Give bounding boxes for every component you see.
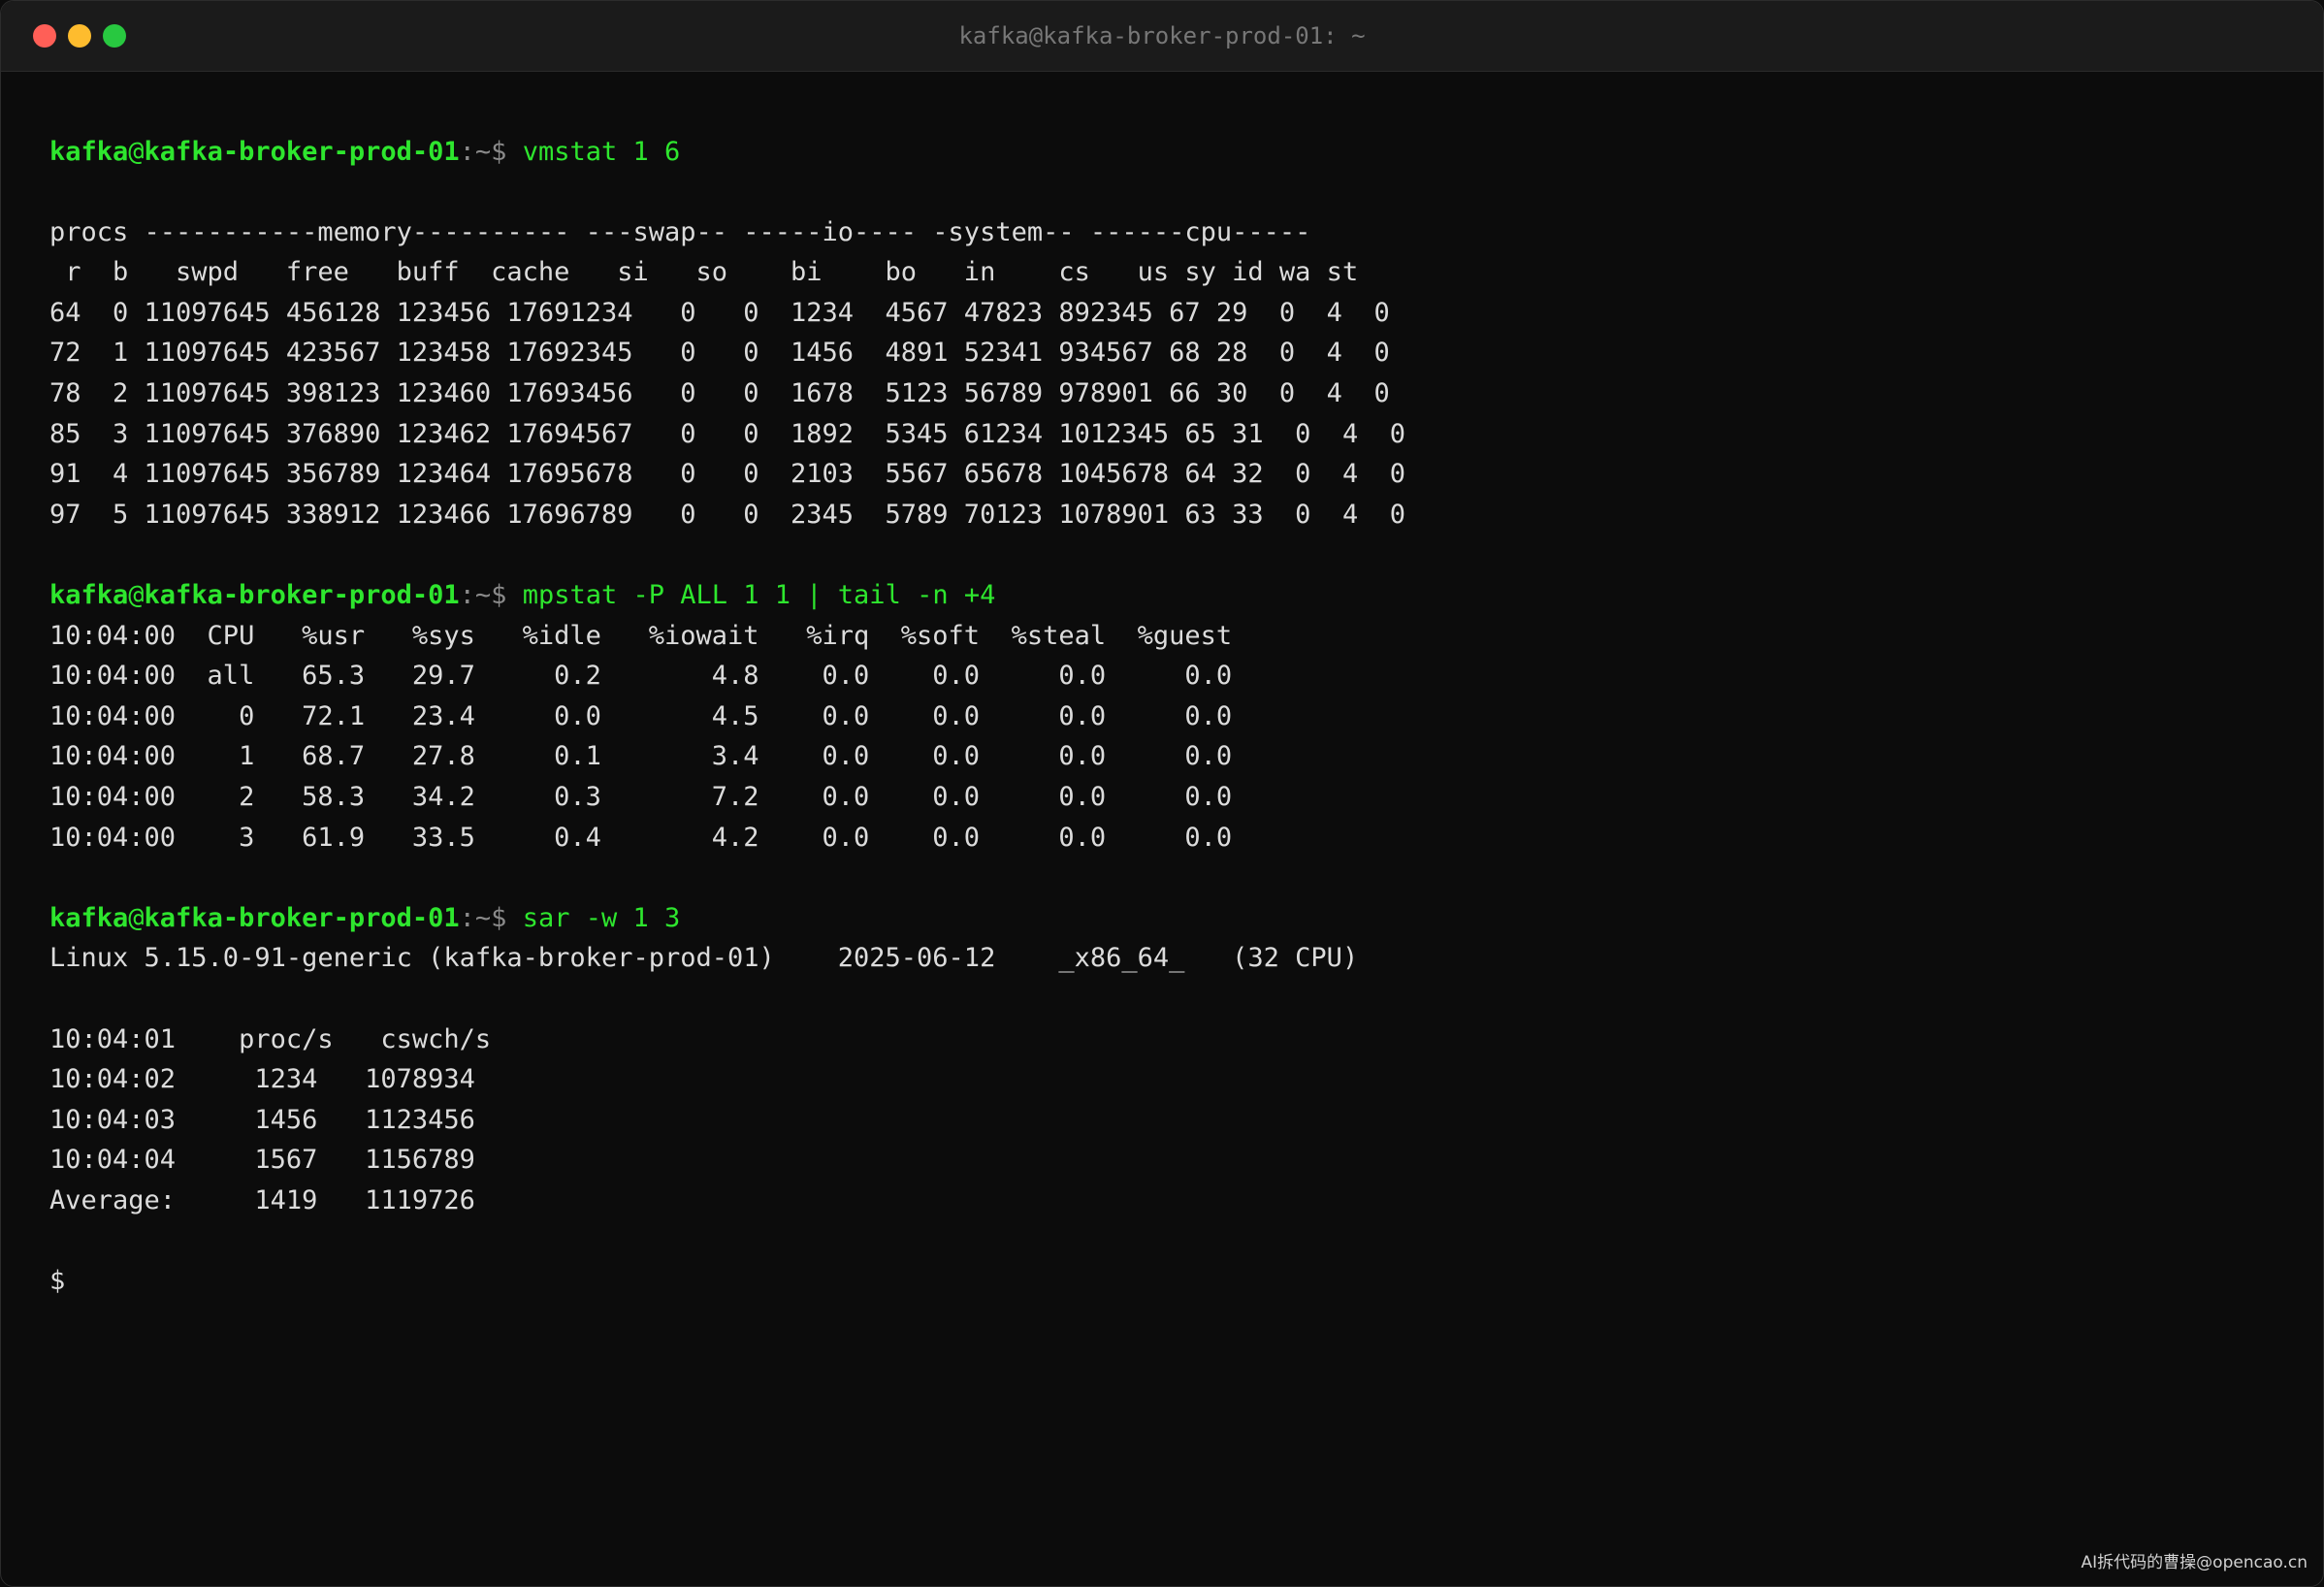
prompt-line: kafka@kafka-broker-prod-01:~$ vmstat 1 6: [49, 132, 1405, 173]
command-text: mpstat -P ALL 1 1 | tail -n +4: [506, 580, 996, 611]
output-line: Linux 5.15.0-91-generic (kafka-broker-pr…: [49, 943, 1359, 974]
prompt-host: kafka-broker-prod-01: [144, 902, 460, 933]
output-line: 91 4 11097645 356789 123464 17695678 0 0…: [49, 459, 1405, 490]
output-line: 10:04:00 0 72.1 23.4 0.0 4.5 0.0 0.0 0.0…: [49, 700, 1233, 731]
output-line: 10:04:02 1234 1078934: [49, 1064, 475, 1095]
title-bar[interactable]: kafka@kafka-broker-prod-01: ~: [1, 1, 2323, 72]
watermark: AI拆代码的曹操@opencao.cn: [2081, 1553, 2308, 1572]
output-line: Average: 1419 1119726: [49, 1184, 475, 1215]
output-line: procs -----------memory---------- ---swa…: [49, 216, 1311, 247]
output-line: 10:04:00 all 65.3 29.7 0.2 4.8 0.0 0.0 0…: [49, 661, 1233, 692]
output-line: 72 1 11097645 423567 123458 17692345 0 0…: [49, 338, 1390, 369]
prompt-user: kafka: [49, 902, 129, 933]
terminal-output[interactable]: kafka@kafka-broker-prod-01:~$ vmstat 1 6…: [49, 132, 1405, 1302]
prompt-line: kafka@kafka-broker-prod-01:~$ sar -w 1 3: [49, 898, 1405, 939]
command-text: vmstat 1 6: [506, 136, 681, 167]
output-line: 85 3 11097645 376890 123462 17694567 0 0…: [49, 418, 1405, 449]
prompt-path: :~$: [459, 902, 507, 933]
prompt-user: kafka: [49, 136, 129, 167]
output-line: 10:04:03 1456 1123456: [49, 1104, 475, 1135]
command-text: sar -w 1 3: [506, 902, 681, 933]
prompt-user: kafka: [49, 580, 129, 611]
prompt-path: :~$: [459, 580, 507, 611]
output-line: 64 0 11097645 456128 123456 17691234 0 0…: [49, 297, 1390, 328]
prompt-at: @: [128, 136, 145, 167]
output-line: 10:04:01 proc/s cswch/s: [49, 1023, 492, 1054]
prompt-line: kafka@kafka-broker-prod-01:~$ mpstat -P …: [49, 575, 1405, 616]
terminal-window: kafka@kafka-broker-prod-01: ~ kafka@kafk…: [0, 0, 2324, 1587]
prompt-host: kafka-broker-prod-01: [144, 580, 460, 611]
prompt-at: @: [128, 580, 145, 611]
prompt-at: @: [128, 902, 145, 933]
output-line: 97 5 11097645 338912 123466 17696789 0 0…: [49, 499, 1405, 530]
output-line: 10:04:04 1567 1156789: [49, 1145, 475, 1176]
output-line: 10:04:00 1 68.7 27.8 0.1 3.4 0.0 0.0 0.0…: [49, 741, 1233, 772]
prompt-path: :~$: [459, 136, 507, 167]
window-title: kafka@kafka-broker-prod-01: ~: [958, 22, 1366, 49]
output-line: r b swpd free buff cache si so bi bo in …: [49, 257, 1359, 288]
output-line: 10:04:00 2 58.3 34.2 0.3 7.2 0.0 0.0 0.0…: [49, 782, 1233, 812]
output-line: 78 2 11097645 398123 123460 17693456 0 0…: [49, 378, 1390, 409]
prompt-host: kafka-broker-prod-01: [144, 136, 460, 167]
final-prompt: $: [49, 1266, 66, 1297]
output-line: 10:04:00 3 61.9 33.5 0.4 4.2 0.0 0.0 0.0…: [49, 822, 1233, 853]
output-line: 10:04:00 CPU %usr %sys %idle %iowait %ir…: [49, 620, 1233, 651]
